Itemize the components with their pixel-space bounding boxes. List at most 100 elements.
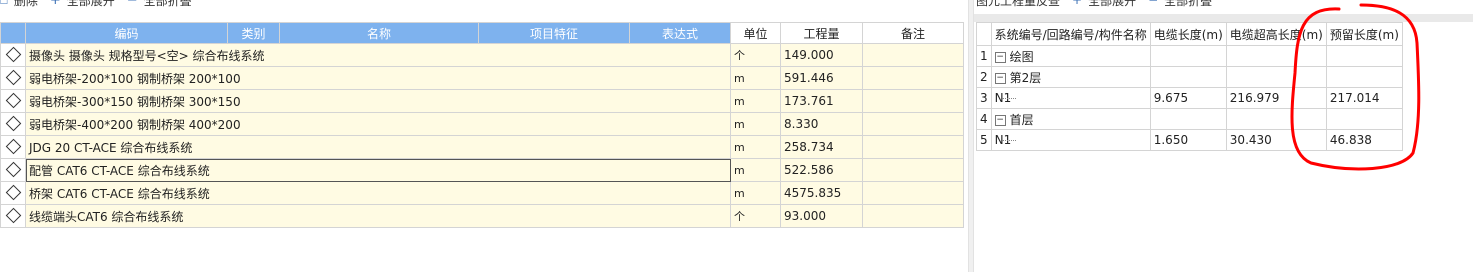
collapse-all-button-right[interactable]: − 全部折叠 (1148, 0, 1212, 9)
cable-length-cell[interactable]: 1.650 (1149, 129, 1227, 151)
cable-length-cell[interactable] (1149, 45, 1227, 67)
row-quantity[interactable]: 4575.835 (780, 181, 863, 205)
header-quantity[interactable]: 工程量 (780, 22, 863, 44)
row-unit[interactable]: m (730, 158, 781, 182)
tree-node[interactable]: − 第2层 (990, 66, 1151, 88)
cable-length-cell[interactable] (1149, 108, 1227, 130)
red-annotation-circle (1290, 3, 1421, 171)
diamond-icon (5, 46, 21, 63)
diamond-icon (5, 69, 21, 86)
row-check[interactable] (0, 204, 26, 228)
row-remark[interactable] (862, 181, 964, 205)
row-check[interactable] (0, 135, 26, 159)
row-name[interactable]: 弱电桥架-400*200 钢制桥架 400*200 (25, 112, 731, 136)
row-name[interactable]: 桥架 CAT6 CT-ACE 综合布线系统 (25, 181, 731, 205)
diamond-icon (5, 207, 21, 224)
header-category[interactable]: 类别 (227, 22, 280, 44)
diamond-icon (5, 138, 21, 155)
row-unit[interactable]: m (730, 112, 781, 136)
header-remark[interactable]: 备注 (862, 22, 964, 44)
quantity-list-panel: ⎕ 删除 + 全部展开 − 全部折叠 编码 类别 名称 项目特征 表达式 单位 工程量… (0, 0, 968, 272)
expand-all-button[interactable]: + 全部展开 (50, 0, 115, 9)
tree-connector (1001, 98, 1016, 99)
table-row[interactable]: 弱电桥架-400*200 钢制桥架 400*200 m 8.330 (0, 112, 964, 136)
delete-icon: ⎕ (0, 0, 8, 8)
row-check[interactable] (0, 43, 26, 67)
tree-node[interactable]: N1 (990, 129, 1151, 151)
row-name[interactable]: 配管 CAT6 CT-ACE 综合布线系统 (25, 158, 731, 182)
row-quantity[interactable]: 258.734 (780, 135, 863, 159)
row-quantity[interactable]: 93.000 (780, 204, 863, 228)
diamond-icon (5, 115, 21, 132)
header-cable-length[interactable]: 电缆长度(m) (1149, 22, 1227, 46)
cable-length-cell[interactable]: 9.675 (1149, 87, 1227, 109)
tree-node[interactable]: N1 (990, 87, 1151, 109)
row-quantity[interactable]: 149.000 (780, 43, 863, 67)
table-header-row: 编码 类别 名称 项目特征 表达式 单位 工程量 备注 (0, 22, 964, 44)
row-unit[interactable]: 个 (730, 204, 781, 228)
header-name[interactable]: 名称 (279, 22, 479, 44)
header-check-col (0, 22, 26, 44)
tree-node[interactable]: − 首层 (990, 108, 1151, 130)
collapse-toggle-icon[interactable]: − (994, 51, 1006, 63)
row-name[interactable]: 弱电桥架-200*100 钢制桥架 200*100 (25, 66, 731, 90)
row-remark[interactable] (862, 158, 964, 182)
diamond-icon (5, 184, 21, 201)
header-features[interactable]: 项目特征 (478, 22, 630, 44)
row-name[interactable]: 摄像头 摄像头 规格型号<空> 综合布线系统 (25, 43, 731, 67)
row-remark[interactable] (862, 43, 964, 67)
panel-title: 图元工程量反查 (976, 0, 1061, 8)
minus-icon: − (1148, 0, 1159, 7)
left-toolbar: ⎕ 删除 + 全部展开 − 全部折叠 (0, 0, 204, 8)
row-remark[interactable] (862, 135, 964, 159)
row-remark[interactable] (862, 66, 964, 90)
row-name[interactable]: 弱电桥架-300*150 钢制桥架 300*150 (25, 89, 731, 113)
table-row[interactable]: 配管 CAT6 CT-ACE 综合布线系统 m 522.586 (0, 158, 964, 182)
row-name[interactable]: 线缆端头CAT6 综合布线系统 (25, 204, 731, 228)
row-quantity[interactable]: 591.446 (780, 66, 863, 90)
row-check[interactable] (0, 158, 26, 182)
table-row[interactable]: 弱电桥架-300*150 钢制桥架 300*150 m 173.761 (0, 89, 964, 113)
collapse-all-button[interactable]: − 全部折叠 (127, 0, 192, 9)
row-check[interactable] (0, 66, 26, 90)
collapse-toggle-icon[interactable]: − (994, 72, 1006, 84)
header-path[interactable]: 系统编号/回路编号/构件名称 (990, 22, 1151, 46)
row-quantity[interactable]: 522.586 (780, 158, 863, 182)
expand-all-button-right[interactable]: + 全部展开 (1072, 0, 1136, 9)
row-quantity[interactable]: 173.761 (780, 89, 863, 113)
row-check[interactable] (0, 89, 26, 113)
quantity-table: 编码 类别 名称 项目特征 表达式 单位 工程量 备注 摄像头 摄像头 规格型号… (0, 22, 964, 228)
row-unit[interactable]: m (730, 66, 781, 90)
row-unit[interactable]: m (730, 135, 781, 159)
tree-connector (1001, 140, 1016, 141)
collapse-toggle-icon[interactable]: − (994, 114, 1006, 126)
table-row[interactable]: JDG 20 CT-ACE 综合布线系统 m 258.734 (0, 135, 964, 159)
row-index: 5 (976, 129, 992, 151)
table-row[interactable]: 线缆端头CAT6 综合布线系统个 93.000 (0, 204, 964, 228)
table-row[interactable]: 摄像头 摄像头 规格型号<空> 综合布线系统个 149.000 (0, 43, 964, 67)
row-index: 2 (976, 66, 992, 88)
row-unit[interactable]: m (730, 89, 781, 113)
row-check[interactable] (0, 181, 26, 205)
delete-button[interactable]: ⎕ 删除 (0, 0, 38, 9)
row-unit[interactable]: 个 (730, 43, 781, 67)
plus-icon: + (1072, 0, 1083, 7)
row-remark[interactable] (862, 112, 964, 136)
header-unit[interactable]: 单位 (730, 22, 781, 44)
row-quantity[interactable]: 8.330 (780, 112, 863, 136)
row-remark[interactable] (862, 204, 964, 228)
cable-length-cell[interactable] (1149, 66, 1227, 88)
row-check[interactable] (0, 112, 26, 136)
row-index: 3 (976, 87, 992, 109)
header-expression[interactable]: 表达式 (629, 22, 731, 44)
table-row[interactable]: 弱电桥架-200*100 钢制桥架 200*100 m 591.446 (0, 66, 964, 90)
row-index: 1 (976, 45, 992, 67)
tree-node[interactable]: − 绘图 (990, 45, 1151, 67)
row-name[interactable]: JDG 20 CT-ACE 综合布线系统 (25, 135, 731, 159)
diamond-icon (5, 161, 21, 178)
header-index (976, 22, 992, 46)
table-row[interactable]: 桥架 CAT6 CT-ACE 综合布线系统 m 4575.835 (0, 181, 964, 205)
row-unit[interactable]: m (730, 181, 781, 205)
header-code[interactable]: 编码 (25, 22, 228, 44)
row-remark[interactable] (862, 89, 964, 113)
